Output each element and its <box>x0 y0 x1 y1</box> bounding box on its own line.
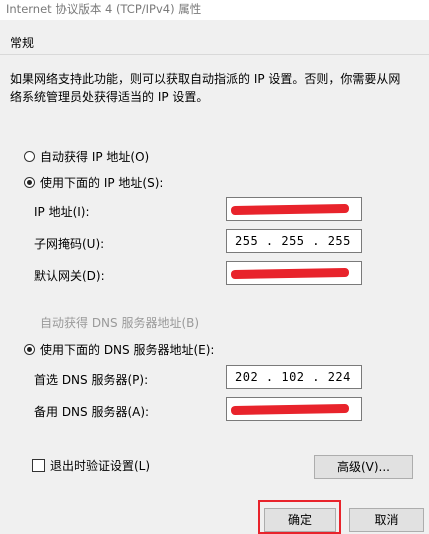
redaction-mark <box>230 203 350 216</box>
ip-address-field[interactable] <box>226 197 362 221</box>
alternate-dns-label: 备用 DNS 服务器(A): <box>34 405 150 419</box>
preferred-dns-field[interactable]: 202 . 102 . 224 . 68 <box>226 365 362 389</box>
tab-divider <box>0 54 429 55</box>
redaction-mark <box>230 267 350 280</box>
window-title: Internet 协议版本 4 (TCP/IPv4) 属性 <box>6 2 202 16</box>
default-gateway-label: 默认网关(D): <box>34 269 105 283</box>
advanced-button[interactable]: 高级(V)... <box>314 455 413 479</box>
tab-general[interactable]: 常规 <box>10 34 34 51</box>
subnet-mask-field[interactable]: 255 . 255 . 255 . 224 <box>226 229 362 253</box>
description-line-1: 如果网络支持此功能，则可以获取自动指派的 IP 设置。否则，你需要从网 <box>10 72 401 86</box>
radio-unchecked-icon <box>24 151 35 162</box>
validate-on-exit-label: 退出时验证设置(L) <box>50 459 151 473</box>
auto-dns-radio[interactable]: 自动获得 DNS 服务器地址(B) <box>24 314 199 331</box>
checkbox-unchecked-icon <box>32 459 45 472</box>
highlight-box <box>258 500 341 534</box>
default-gateway-field[interactable] <box>226 261 362 285</box>
manual-dns-label: 使用下面的 DNS 服务器地址(E): <box>40 343 215 357</box>
window-title-bar: Internet 协议版本 4 (TCP/IPv4) 属性 <box>0 0 429 20</box>
radio-checked-icon <box>24 177 35 188</box>
auto-ip-radio[interactable]: 自动获得 IP 地址(O) <box>24 148 149 165</box>
alternate-dns-field[interactable] <box>226 397 362 421</box>
manual-dns-radio[interactable]: 使用下面的 DNS 服务器地址(E): <box>24 341 214 358</box>
validate-on-exit-checkbox[interactable]: 退出时验证设置(L) <box>32 457 150 474</box>
radio-checked-icon <box>24 344 35 355</box>
subnet-mask-label: 子网掩码(U): <box>34 237 105 251</box>
cancel-button[interactable]: 取消 <box>349 508 424 532</box>
redaction-mark <box>230 403 350 416</box>
manual-ip-label: 使用下面的 IP 地址(S): <box>40 176 164 190</box>
auto-ip-label: 自动获得 IP 地址(O) <box>40 150 150 164</box>
auto-dns-label: 自动获得 DNS 服务器地址(B) <box>40 316 200 330</box>
ip-address-label: IP 地址(I): <box>34 205 90 219</box>
manual-ip-radio[interactable]: 使用下面的 IP 地址(S): <box>24 174 163 191</box>
preferred-dns-label: 首选 DNS 服务器(P): <box>34 373 149 387</box>
description-line-2: 络系统管理员处获得适当的 IP 设置。 <box>10 90 209 104</box>
